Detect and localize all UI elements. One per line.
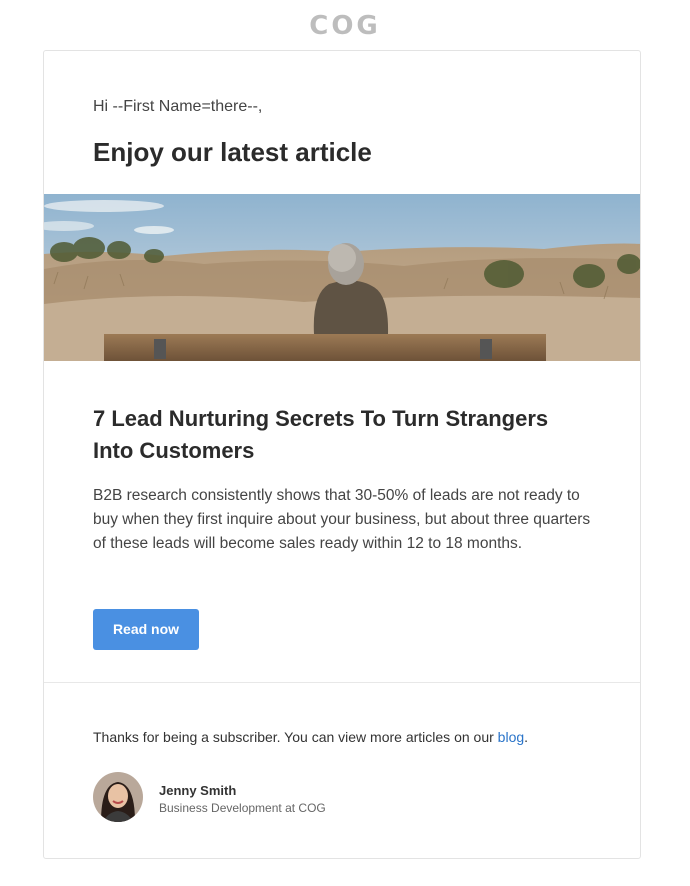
hero-image xyxy=(44,194,640,361)
subscriber-message-text: Thanks for being a subscriber. You can v… xyxy=(93,729,498,745)
article-title: 7 Lead Nurturing Secrets To Turn Strange… xyxy=(93,406,549,463)
sender-name: Jenny Smith xyxy=(159,783,237,798)
article-summary: B2B research consistently shows that 30-… xyxy=(93,487,591,552)
greeting-text: Hi --First Name=there--, xyxy=(93,98,263,115)
email-headline: Enjoy our latest article xyxy=(93,137,372,167)
email-card: Hi --First Name=there--, Enjoy our lates… xyxy=(43,50,641,859)
subscriber-message-period: . xyxy=(524,729,529,745)
avatar xyxy=(93,772,143,822)
blog-link[interactable]: blog xyxy=(498,729,524,745)
cog-logo: COG xyxy=(309,11,381,41)
section-divider xyxy=(44,682,640,683)
subscriber-message: Thanks for being a subscriber. You can v… xyxy=(93,729,528,745)
read-now-button[interactable]: Read now xyxy=(93,609,199,650)
sender-role: Business Development at COG xyxy=(159,801,326,815)
